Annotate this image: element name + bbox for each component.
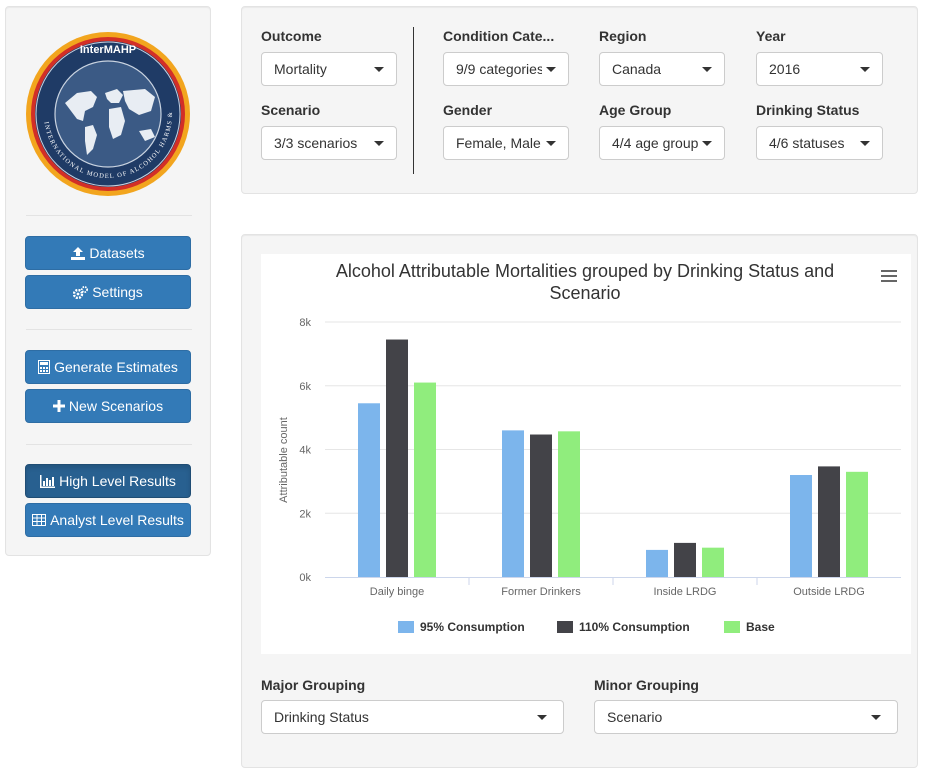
upload-icon	[71, 246, 86, 260]
condition-category-label: Condition Cate...	[443, 28, 555, 44]
datasets-button[interactable]: Datasets	[25, 236, 191, 270]
caret-down-icon	[546, 67, 556, 72]
intermahp-logo: InterMAHP INTERNATIONAL MODEL OF ALCOHOL…	[25, 31, 190, 196]
caret-down-icon	[702, 67, 712, 72]
chart-menu-icon[interactable]	[880, 267, 898, 283]
caret-down-icon	[702, 141, 712, 146]
caret-down-icon	[537, 715, 547, 720]
bar[interactable]	[558, 431, 580, 577]
bar[interactable]	[818, 466, 840, 577]
region-label: Region	[599, 28, 647, 44]
caret-down-icon	[860, 141, 870, 146]
legend-swatch	[398, 621, 414, 633]
filter-divider	[413, 27, 414, 174]
scenario-select[interactable]: 3/3 scenarios	[261, 126, 397, 160]
bar[interactable]	[674, 542, 696, 577]
sidebar-divider	[26, 444, 192, 445]
age-group-label: Age Group	[599, 102, 672, 118]
year-label: Year	[756, 28, 786, 44]
bar[interactable]	[358, 403, 380, 577]
y-tick-label: 6k	[299, 381, 311, 393]
sidebar-divider	[26, 215, 192, 216]
bar[interactable]	[502, 430, 524, 577]
y-tick-label: 4k	[299, 445, 311, 457]
outcome-select[interactable]: Mortality	[261, 52, 397, 86]
x-tick-label: Inside LRDG	[654, 586, 717, 598]
region-select[interactable]: Canada	[599, 52, 725, 86]
y-tick-label: 2k	[299, 508, 311, 520]
bar[interactable]	[414, 382, 436, 577]
major-grouping-label: Major Grouping	[261, 677, 366, 693]
y-tick-label: 8k	[299, 317, 311, 329]
major-grouping-select[interactable]: Drinking Status	[261, 700, 564, 734]
bar[interactable]	[790, 475, 812, 577]
bar[interactable]	[646, 549, 668, 577]
year-select[interactable]: 2016	[756, 52, 883, 86]
chart-title-line-2: Scenario	[549, 283, 620, 303]
y-axis-label: Attributable count	[278, 417, 290, 503]
minor-grouping-label: Minor Grouping	[594, 677, 699, 693]
analyst-level-results-button[interactable]: Analyst Level Results	[25, 503, 191, 537]
x-tick-label: Daily binge	[370, 586, 424, 598]
caret-down-icon	[374, 141, 384, 146]
drinking-status-label: Drinking Status	[756, 102, 860, 118]
high-level-results-button[interactable]: High Level Results	[25, 464, 191, 498]
caret-down-icon	[860, 67, 870, 72]
results-panel: Alcohol Attributable Mortalities grouped…	[241, 234, 918, 768]
caret-down-icon	[374, 67, 384, 72]
legend-item-base[interactable]: Base	[724, 620, 775, 634]
bar-chart-icon	[40, 474, 56, 488]
generate-estimates-button[interactable]: Generate Estimates	[25, 350, 191, 384]
age-group-select[interactable]: 4/4 age groups	[599, 126, 725, 160]
sidebar-divider	[26, 329, 192, 330]
new-scenarios-button[interactable]: New Scenarios	[25, 389, 191, 423]
legend-swatch	[557, 621, 573, 633]
legend-item-95[interactable]: 95% Consumption	[398, 620, 525, 634]
bar[interactable]	[846, 471, 868, 577]
legend-item-110[interactable]: 110% Consumption	[557, 620, 690, 634]
caret-down-icon	[871, 715, 881, 720]
condition-category-select[interactable]: 9/9 categories	[443, 52, 569, 86]
x-tick-label: Former Drinkers	[501, 586, 581, 598]
chart-title-line-1: Alcohol Attributable Mortalities grouped…	[336, 261, 834, 281]
plus-icon	[52, 400, 65, 412]
sidebar: InterMAHP INTERNATIONAL MODEL OF ALCOHOL…	[5, 6, 211, 556]
chart-container: Alcohol Attributable Mortalities grouped…	[261, 254, 911, 654]
legend-swatch	[724, 621, 740, 633]
outcome-label: Outcome	[261, 28, 322, 44]
bar-chart: Alcohol Attributable Mortalities grouped…	[278, 261, 901, 598]
bar[interactable]	[702, 547, 724, 577]
caret-down-icon	[546, 141, 556, 146]
gender-label: Gender	[443, 102, 493, 118]
bar[interactable]	[530, 434, 552, 577]
settings-button[interactable]: Settings	[25, 275, 191, 309]
bar[interactable]	[386, 339, 408, 577]
logo-title: InterMAHP	[80, 44, 136, 56]
filter-panel: Outcome Mortality Scenario 3/3 scenarios…	[241, 6, 918, 194]
gears-icon	[73, 285, 89, 299]
table-icon	[32, 514, 47, 526]
calculator-icon	[38, 360, 51, 374]
scenario-label: Scenario	[261, 102, 321, 118]
x-tick-label: Outside LRDG	[793, 586, 865, 598]
drinking-status-select[interactable]: 4/6 statuses	[756, 126, 883, 160]
y-tick-label: 0k	[299, 572, 311, 584]
minor-grouping-select[interactable]: Scenario	[594, 700, 898, 734]
gender-select[interactable]: Female, Male	[443, 126, 569, 160]
